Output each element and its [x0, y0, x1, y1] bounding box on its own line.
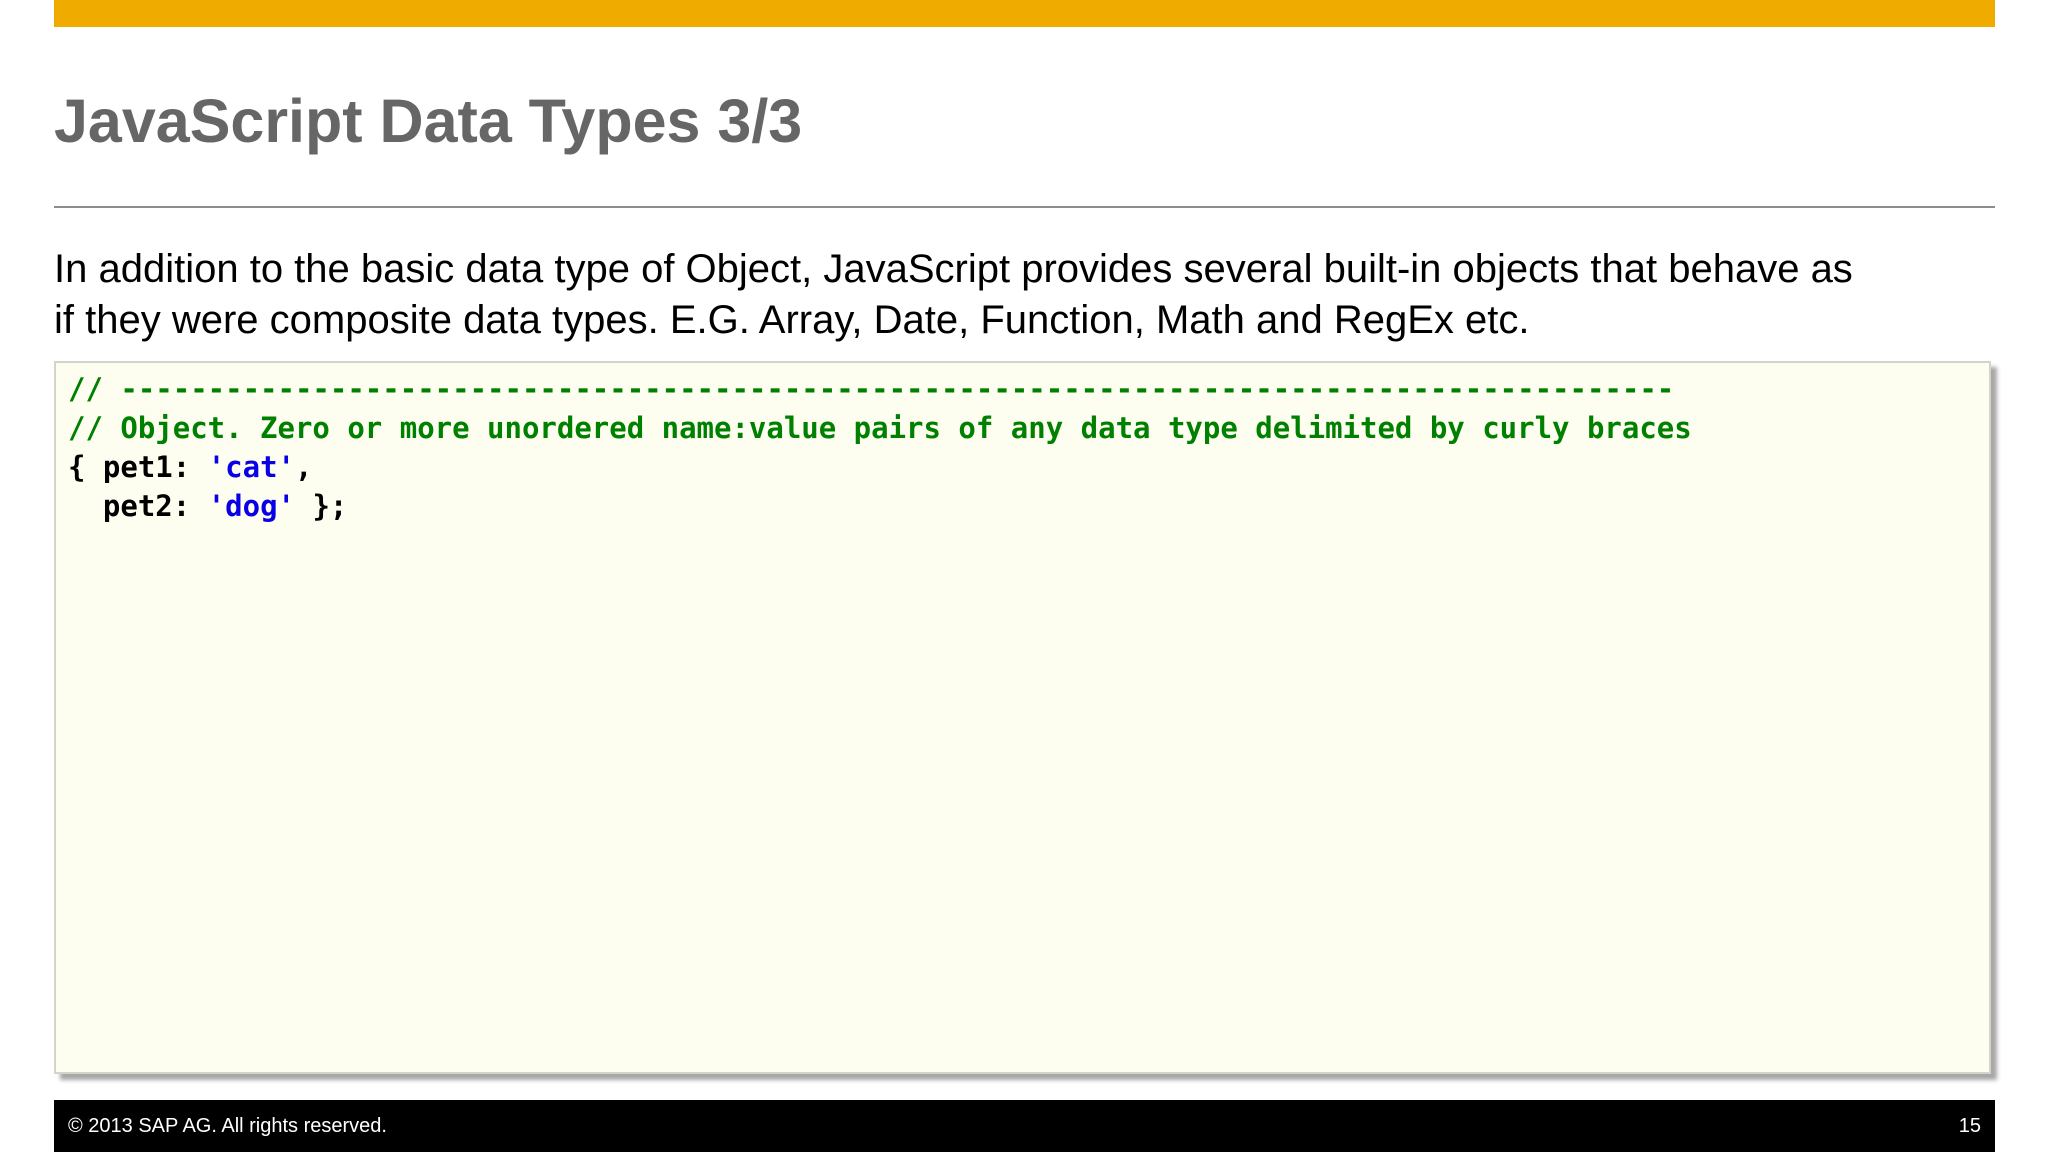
code-line-1: // -------------------------------------… [68, 370, 1692, 409]
code-comment-separator: // -------------------------------------… [68, 372, 1675, 406]
code-key-pet1: { pet1: [68, 450, 208, 484]
code-comment-object: // Object. Zero or more unordered name:v… [68, 411, 1692, 445]
code-string-dog: 'dog' [207, 489, 295, 523]
code-line-3: { pet1: 'cat', [68, 448, 1692, 487]
intro-line-2: if they were composite data types. E.G. … [54, 298, 1530, 342]
title-divider [54, 206, 1995, 208]
slide-title: JavaScript Data Types 3/3 [54, 87, 803, 155]
code-closing-brace: }; [295, 489, 348, 523]
copyright-text: © 2013 SAP AG. All rights reserved. [68, 1115, 387, 1137]
code-comma: , [295, 450, 313, 484]
code-text: // -------------------------------------… [68, 370, 1692, 526]
page-number: 15 [1958, 1115, 1981, 1137]
footer-bar: © 2013 SAP AG. All rights reserved. 15 [54, 1100, 1995, 1152]
code-string-cat: 'cat' [207, 450, 295, 484]
code-line-4: pet2: 'dog' }; [68, 487, 1692, 526]
code-key-pet2: pet2: [68, 489, 208, 523]
code-line-2: // Object. Zero or more unordered name:v… [68, 409, 1692, 448]
accent-top-bar [54, 0, 1995, 27]
intro-paragraph: In addition to the basic data type of Ob… [54, 244, 1995, 346]
intro-line-1: In addition to the basic data type of Ob… [54, 247, 1853, 291]
code-block: // -------------------------------------… [54, 361, 1991, 1074]
